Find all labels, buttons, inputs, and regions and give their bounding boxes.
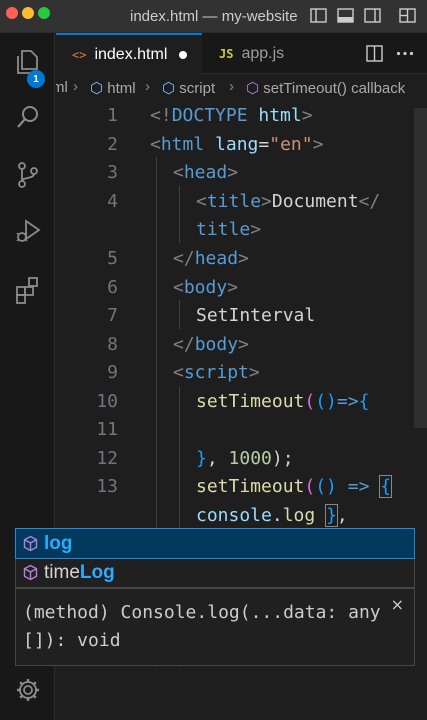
extensions-icon bbox=[15, 277, 38, 304]
toggle-panel-icon[interactable] bbox=[337, 8, 354, 23]
suggest-widget: log timeLog bbox=[15, 528, 415, 588]
method-cube-icon: ⬡ bbox=[246, 80, 260, 97]
method-cube-icon bbox=[20, 563, 40, 583]
suggestion-item-timelog[interactable]: timeLog bbox=[16, 558, 414, 587]
chevron-right-icon: › bbox=[73, 78, 78, 95]
source-control-button[interactable] bbox=[0, 153, 55, 197]
customize-layout-icon[interactable] bbox=[399, 8, 416, 23]
line-number: 4 bbox=[107, 191, 118, 212]
breadcrumb: ml › ⬡ html › ⬡ script › ⬡ setTimeout() … bbox=[56, 74, 427, 102]
code-line: setTimeout(()=>{ bbox=[196, 391, 370, 412]
split-editor-icon[interactable] bbox=[366, 45, 383, 62]
line-number: 8 bbox=[107, 334, 118, 355]
close-window-button[interactable] bbox=[6, 7, 18, 19]
code-line: setTimeout(() => { bbox=[196, 475, 393, 498]
code-line: <title>Document</ bbox=[196, 191, 381, 212]
gear-icon bbox=[16, 679, 39, 701]
tab-index-html[interactable]: <> index.html bbox=[56, 33, 202, 74]
search-icon bbox=[16, 106, 38, 128]
tab-label: index.html bbox=[94, 45, 168, 63]
run-debug-button[interactable] bbox=[0, 209, 55, 253]
suggestion-label: log bbox=[44, 532, 73, 554]
tab-label: app.js bbox=[241, 44, 285, 62]
symbol-cube-icon: ⬡ bbox=[162, 80, 176, 97]
source-control-icon bbox=[17, 162, 38, 188]
line-number: 2 bbox=[107, 134, 118, 155]
code-line: <html lang="en"> bbox=[150, 134, 324, 155]
suggestion-details: (method) Console.log(...data: any[]): vo… bbox=[15, 588, 415, 666]
extensions-button[interactable] bbox=[0, 268, 55, 312]
code-line: </body> bbox=[173, 334, 249, 355]
code-line: SetInterval bbox=[196, 305, 316, 326]
editor-tabs: <> index.html JS app.js bbox=[56, 33, 427, 74]
zoom-window-button[interactable] bbox=[38, 7, 50, 19]
line-number: 3 bbox=[107, 162, 118, 183]
editor-scrollbar[interactable] bbox=[414, 108, 427, 428]
manage-button[interactable] bbox=[0, 668, 55, 712]
code-line: <!DOCTYPE html> bbox=[150, 105, 313, 126]
symbol-cube-icon: ⬡ bbox=[90, 80, 104, 97]
line-number: 11 bbox=[96, 419, 118, 440]
code-line: <body> bbox=[173, 277, 239, 298]
line-number: 1 bbox=[107, 105, 118, 126]
code-line: </head> bbox=[173, 248, 249, 269]
method-signature: (method) Console.log(...data: any[]): vo… bbox=[23, 602, 381, 651]
tab-app-js[interactable]: JS app.js bbox=[203, 33, 313, 74]
suggestion-item-log[interactable]: log bbox=[15, 528, 415, 559]
code-line: <script> bbox=[173, 362, 260, 383]
indent-guide bbox=[179, 186, 180, 243]
code-line: }, 1000); bbox=[196, 448, 294, 469]
line-number: 7 bbox=[107, 305, 118, 326]
breadcrumb-item[interactable]: ⬡ setTimeout() callback bbox=[246, 79, 405, 97]
line-number: 12 bbox=[96, 448, 118, 469]
explorer-badge: 1 bbox=[27, 70, 45, 88]
js-file-icon: JS bbox=[219, 46, 234, 61]
method-cube-icon bbox=[20, 534, 40, 554]
window-title: index.html — my-website bbox=[130, 8, 298, 25]
explorer-button[interactable]: 1 bbox=[0, 40, 55, 88]
chevron-right-icon: › bbox=[145, 78, 150, 95]
line-number: 6 bbox=[107, 277, 118, 298]
close-icon[interactable]: × bbox=[391, 595, 404, 614]
toggle-sidebar-icon[interactable] bbox=[310, 8, 327, 23]
toggle-secondary-sidebar-icon[interactable] bbox=[364, 8, 381, 23]
suggestion-label: timeLog bbox=[44, 561, 115, 583]
title-bar: index.html — my-website bbox=[0, 0, 427, 33]
breadcrumb-item[interactable]: ml bbox=[56, 79, 68, 96]
line-number: 9 bbox=[107, 362, 118, 383]
line-number: 13 bbox=[96, 476, 118, 497]
line-number: 10 bbox=[96, 391, 118, 412]
code-line: console.log }, bbox=[196, 504, 348, 527]
more-actions-icon[interactable] bbox=[396, 51, 414, 56]
line-number: 5 bbox=[107, 248, 118, 269]
indent-guide bbox=[179, 300, 180, 329]
minimize-window-button[interactable] bbox=[22, 7, 34, 19]
unsaved-dot-icon[interactable] bbox=[179, 50, 188, 59]
code-line: <head> bbox=[173, 162, 239, 183]
breadcrumb-item[interactable]: ⬡ html bbox=[90, 79, 136, 97]
breadcrumb-item[interactable]: ⬡ script bbox=[162, 79, 215, 97]
code-line: title> bbox=[196, 219, 262, 240]
run-debug-icon bbox=[15, 219, 41, 242]
search-button[interactable] bbox=[0, 95, 55, 139]
chevron-right-icon: › bbox=[229, 78, 234, 95]
html-file-icon: <> bbox=[72, 47, 87, 62]
